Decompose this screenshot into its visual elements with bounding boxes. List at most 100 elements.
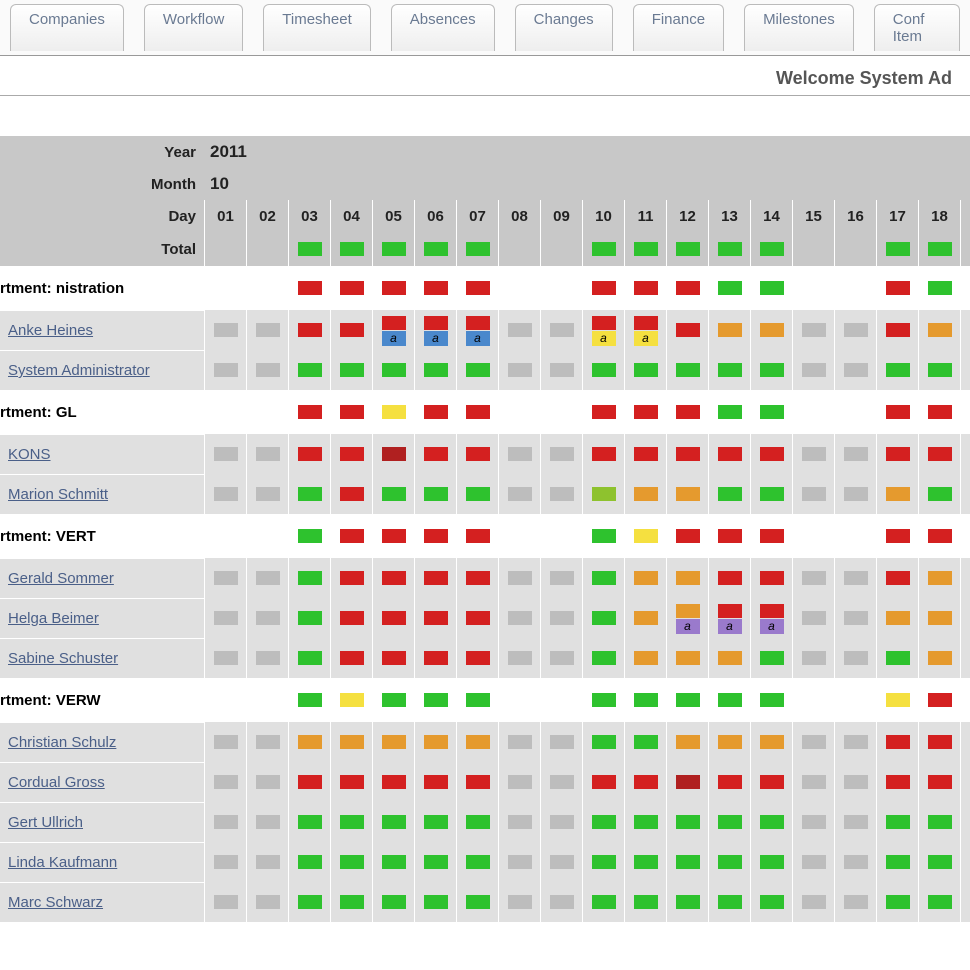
status-block [382,487,406,501]
day-cell [498,474,540,514]
tab-companies[interactable]: Companies [10,4,124,51]
status-block [592,529,616,543]
day-cell [204,802,246,842]
day-cell [582,802,624,842]
day-cell [372,434,414,474]
status-block [550,363,574,377]
day-cell [456,474,498,514]
day-cell [246,598,288,638]
status-block [928,529,952,543]
month-row: Month 10 [0,168,970,200]
status-block [466,895,490,909]
status-block [928,735,952,749]
day-cell [414,762,456,802]
status-block [634,815,658,829]
department-label: rtment: VERW [0,678,204,722]
tab-timesheet[interactable]: Timesheet [263,4,370,51]
person-link[interactable]: Sabine Schuster [8,650,118,667]
person-link[interactable]: KONS [8,446,51,463]
day-header: 09 [540,200,582,232]
day-header: 15 [792,200,834,232]
day-cell [246,474,288,514]
day-cell [792,722,834,762]
day-cell [330,678,372,722]
month-value: 10 [204,168,229,200]
day-cell [540,842,582,882]
tab-workflow[interactable]: Workflow [144,4,243,51]
status-block [676,651,700,665]
person-row: Helga Beimeraaa [0,598,970,638]
person-link[interactable]: Linda Kaufmann [8,854,117,871]
day-cell [582,514,624,558]
status-block [340,281,364,295]
day-cell [498,310,540,350]
status-block [550,651,574,665]
day-cell [834,762,876,802]
person-link[interactable]: Marc Schwarz [8,894,103,911]
day-cell [750,310,792,350]
status-block [802,895,826,909]
person-link[interactable]: System Administrator [8,362,150,379]
day-cell [288,390,330,434]
person-link[interactable]: Anke Heines [8,322,93,339]
tab-absences[interactable]: Absences [391,4,495,51]
day-cell [456,678,498,722]
status-block [760,775,784,789]
status-block [886,487,910,501]
department-label: rtment: VERT [0,514,204,558]
status-block [340,895,364,909]
tab-milestones[interactable]: Milestones [744,4,854,51]
day-cell [918,882,960,922]
day-cell [414,638,456,678]
status-block [424,529,448,543]
person-link[interactable]: Cordual Gross [8,774,105,791]
status-block [634,651,658,665]
day-cell [876,514,918,558]
status-block [382,571,406,585]
tab-changes[interactable]: Changes [515,4,613,51]
person-link[interactable]: Gerald Sommer [8,570,114,587]
day-cell [288,310,330,350]
day-cell [372,842,414,882]
day-cell [666,678,708,722]
status-block [382,855,406,869]
status-block [508,815,532,829]
day-header: 03 [288,200,330,232]
day-cell [708,266,750,310]
person-link[interactable]: Christian Schulz [8,734,116,751]
status-block [886,363,910,377]
day-cell [372,350,414,390]
status-block [760,855,784,869]
status-block [844,815,868,829]
status-block [760,487,784,501]
status-block [550,447,574,461]
status-block [550,775,574,789]
tab-conf-item[interactable]: Conf Item [874,4,960,51]
status-block [466,735,490,749]
day-cell [708,722,750,762]
person-label: Gert Ullrich [0,802,204,842]
day-cell [750,842,792,882]
day-cell [246,514,288,558]
status-block [256,735,280,749]
day-header: 08 [498,200,540,232]
day-cell [330,802,372,842]
day-cell [960,514,970,558]
status-block [382,895,406,909]
status-block [760,604,784,618]
person-link[interactable]: Marion Schmitt [8,486,108,503]
status-block [466,363,490,377]
status-block [760,529,784,543]
day-cell [288,266,330,310]
day-cell [666,310,708,350]
person-link[interactable]: Gert Ullrich [8,814,83,831]
person-label: Linda Kaufmann [0,842,204,882]
tab-finance[interactable]: Finance [633,4,724,51]
day-cell [246,638,288,678]
status-block [718,895,742,909]
status-block [928,487,952,501]
status-block [340,735,364,749]
person-link[interactable]: Helga Beimer [8,610,99,627]
day-cell [750,558,792,598]
day-cell [792,678,834,722]
